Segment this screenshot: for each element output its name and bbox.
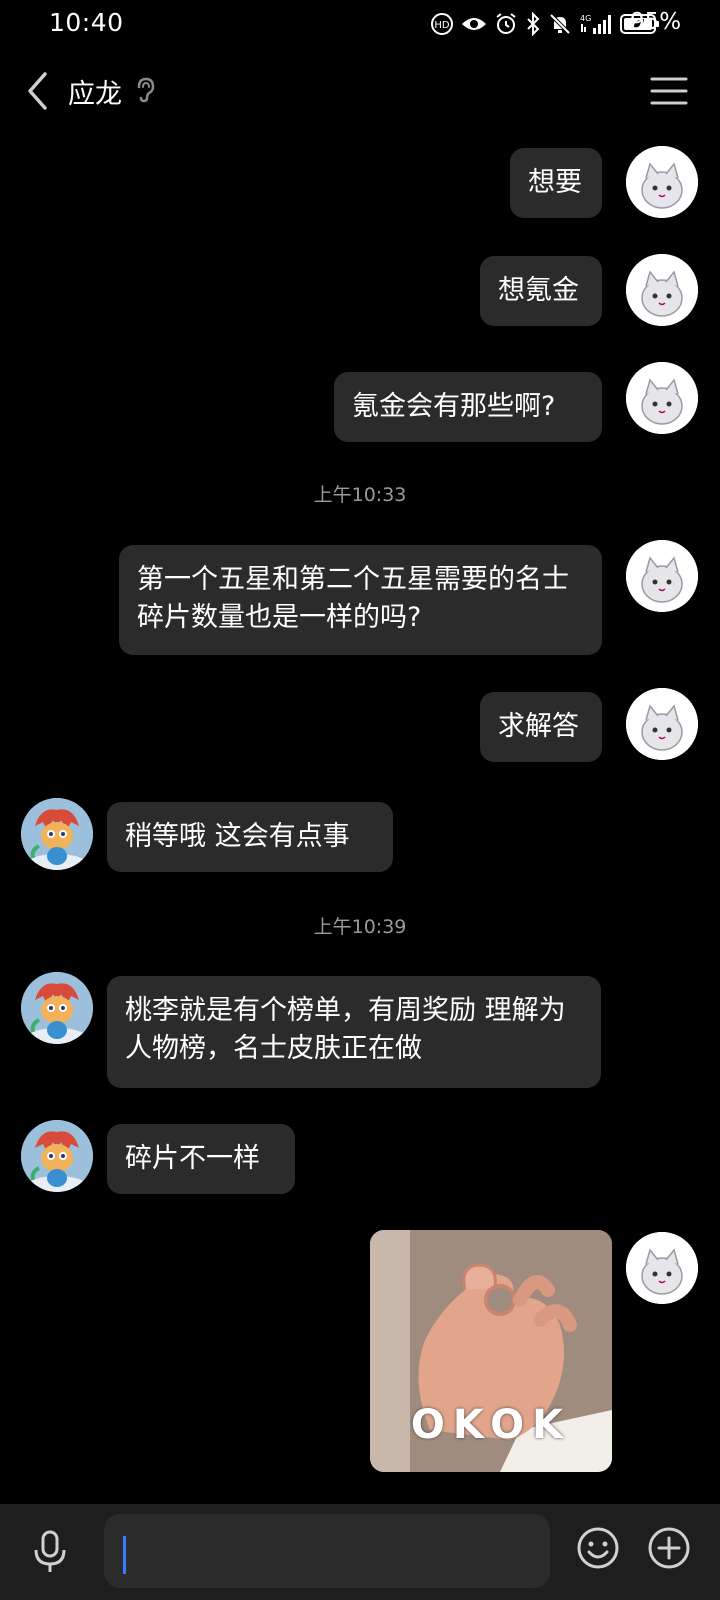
menu-icon[interactable] [650,72,688,110]
my-avatar[interactable] [626,1232,698,1304]
mute-icon [549,13,571,35]
message-input[interactable] [104,1514,550,1588]
message-timestamp: 上午10:33 [313,484,407,506]
my-avatar[interactable] [626,540,698,612]
my-avatar[interactable] [626,362,698,434]
cat-avatar-icon [626,146,698,218]
back-arrow-icon[interactable] [20,68,60,114]
message-bubble-received[interactable]: 桃李就是有个榜单，有周奖励 理解为人物榜，名士皮肤正在做 [107,976,601,1088]
svg-text:HD: HD [434,20,450,31]
input-bar [0,1504,720,1600]
cat-avatar-icon [626,362,698,434]
my-avatar[interactable] [626,146,698,218]
my-avatar[interactable] [626,254,698,326]
bluetooth-icon [527,12,540,36]
message-bubble-received[interactable]: 稍等哦 这会有点事 [107,802,393,872]
battery-percent: 95% [630,9,682,35]
lte-hd-icon: HD [431,13,453,35]
status-icons: HD 4G [430,10,660,38]
message-bubble-sent[interactable]: 想要 [510,148,602,218]
my-avatar[interactable] [626,688,698,760]
cat-avatar-icon [626,254,698,326]
contact-avatar[interactable] [21,972,93,1044]
microphone-icon[interactable] [30,1528,70,1574]
svg-text:4G: 4G [580,14,591,23]
message-bubble-received[interactable]: 碎片不一样 [107,1124,295,1194]
dragon-avatar-icon [21,972,93,1044]
signal-icon: 4G [580,14,611,34]
alarm-icon [496,13,516,34]
message-bubble-sent[interactable]: 想氪金 [480,256,602,326]
contact-avatar[interactable] [21,1120,93,1192]
contact-name[interactable]: 应龙 [68,72,122,111]
sticker-message[interactable]: OKOK [370,1230,612,1472]
status-bar: 10:40 HD 4G 95% [0,0,720,48]
emoji-icon[interactable] [576,1526,620,1570]
cat-avatar-icon [626,1232,698,1304]
dragon-avatar-icon [21,1120,93,1192]
ear-icon [137,77,155,103]
message-timestamp: 上午10:39 [313,916,407,938]
chat-header: 应龙 [0,56,720,128]
message-bubble-sent[interactable]: 第一个五星和第二个五星需要的名士碎片数量也是一样的吗? [119,545,602,655]
contact-avatar[interactable] [21,798,93,870]
sticker-caption: OKOK [410,1402,572,1448]
cat-avatar-icon [626,688,698,760]
text-cursor [123,1536,126,1574]
status-time: 10:40 [49,8,124,37]
dragon-avatar-icon [21,798,93,870]
eye-icon [462,18,486,30]
message-bubble-sent[interactable]: 求解答 [480,692,602,762]
cat-avatar-icon [626,540,698,612]
plus-icon[interactable] [647,1526,691,1570]
message-bubble-sent[interactable]: 氪金会有那些啊? [334,372,602,442]
